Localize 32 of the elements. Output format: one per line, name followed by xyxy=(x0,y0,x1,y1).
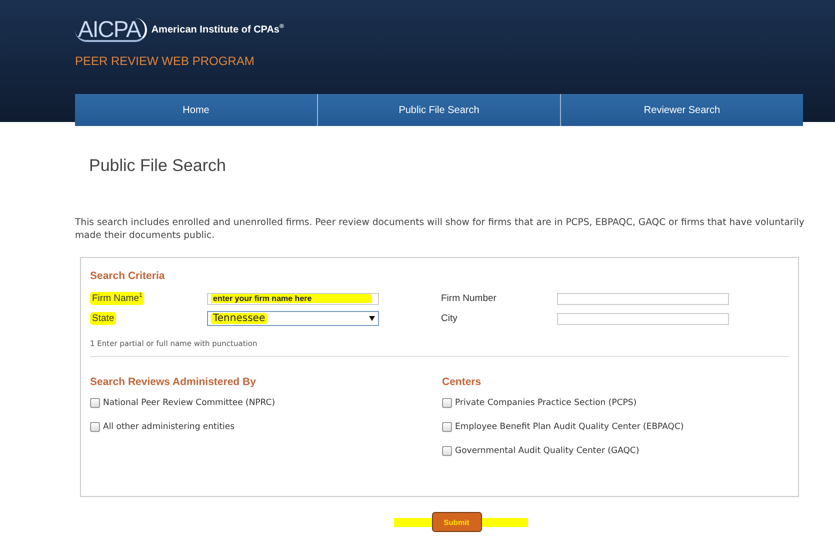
section-heading: Search Reviews Administered By xyxy=(90,376,256,388)
section-heading: Centers xyxy=(442,376,482,388)
checkbox[interactable] xyxy=(90,422,100,432)
checkbox[interactable] xyxy=(442,398,452,408)
intro-text: This search includes enrolled and unenrolled firms. Peer review documents will show for firms that are in PCPS, EBPAQC, GAQC or firms that have voluntarily made their documents public. xyxy=(75,216,806,242)
checkbox[interactable] xyxy=(90,398,100,408)
field-label: Firm Name$^{1}$ xyxy=(90,292,144,306)
program-title: PEER REVIEW WEB PROGRAM xyxy=(75,54,254,68)
field-label: City xyxy=(440,312,458,326)
field-label: State xyxy=(90,312,116,326)
checkbox-label: Employee Benefit Plan Audit Quality Center (EBPAQC) xyxy=(455,422,684,432)
nav-tab[interactable]: Home xyxy=(75,94,317,126)
checkbox[interactable] xyxy=(442,422,452,432)
text-field[interactable] xyxy=(557,312,729,325)
field-label: Firm Number xyxy=(440,292,498,306)
nav-tab[interactable]: Public File Search xyxy=(317,94,560,126)
checkbox-label: All other administering entities xyxy=(103,422,235,432)
nav-tab[interactable]: Reviewer Search xyxy=(560,94,803,126)
selected-value: Tennessee xyxy=(211,313,268,324)
logo-mark: AICPA xyxy=(75,18,148,42)
state-dropdown[interactable]: Tennessee xyxy=(207,311,379,326)
placeholder-text: enter your firm name here xyxy=(211,294,372,304)
checkbox-label: National Peer Review Committee (NPRC) xyxy=(103,398,276,408)
logo-text: American Institute of CPAs$^{®}$ xyxy=(151,24,284,36)
section-heading: Search Criteria xyxy=(90,270,165,282)
page-title: Public File Search xyxy=(89,156,228,176)
checkbox-label: Governmental Audit Quality Center (GAQC) xyxy=(455,446,640,456)
checkbox-label: Private Companies Practice Section (PCPS) xyxy=(455,398,637,408)
text-field[interactable] xyxy=(557,292,729,305)
text-field[interactable]: enter your firm name here xyxy=(207,292,379,305)
checkbox[interactable] xyxy=(442,446,452,456)
caret-icon xyxy=(369,316,375,322)
